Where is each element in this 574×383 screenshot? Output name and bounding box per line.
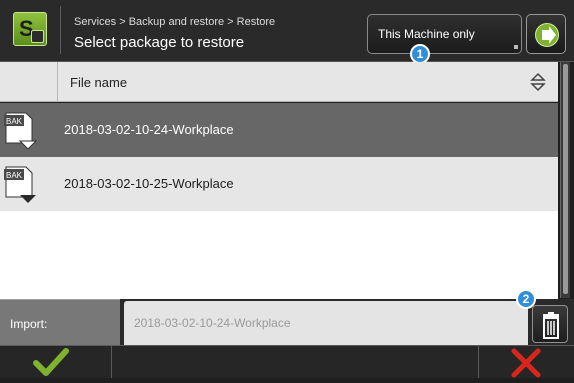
arrow-right-icon: [542, 26, 556, 44]
cancel-button[interactable]: [478, 345, 574, 378]
file-name: 2018-03-02-10-24-Workplace: [64, 122, 234, 137]
source-select-dropdown[interactable]: This Machine only: [367, 14, 522, 54]
trash-icon: [543, 312, 559, 339]
page-title: Select package to restore: [74, 34, 245, 51]
services-icon: S: [13, 12, 47, 46]
callout-badge-1: 1: [410, 44, 430, 64]
svg-text:BAK: BAK: [6, 117, 23, 126]
import-bar: Import: 2018-03-02-10-24-Workplace: [0, 299, 574, 345]
svg-text:BAK: BAK: [6, 171, 23, 180]
breadcrumb: Services > Backup and restore > Restore: [74, 16, 276, 28]
table-header: File name: [0, 62, 558, 102]
header-divider: [60, 6, 61, 54]
source-select-value: This Machine only: [378, 27, 475, 41]
dropdown-corner-icon: [514, 45, 518, 49]
bak-file-icon: BAK: [4, 166, 36, 203]
delete-button[interactable]: [532, 305, 568, 343]
file-list: BAK 2018-03-02-10-24-Workplace BAK 2018-…: [0, 103, 558, 299]
import-field-value: 2018-03-02-10-24-Workplace: [134, 316, 291, 330]
import-field[interactable]: 2018-03-02-10-24-Workplace: [124, 301, 528, 345]
column-header-file-name[interactable]: File name: [70, 75, 127, 90]
confirm-button[interactable]: [0, 345, 112, 378]
bak-file-icon: BAK: [4, 112, 38, 149]
callout-badge-2: 2: [516, 289, 536, 309]
scrollbar-thumb[interactable]: [563, 64, 568, 294]
go-button[interactable]: [526, 14, 566, 54]
sort-up-down-icon[interactable]: [530, 71, 546, 93]
checkmark-icon: [33, 348, 69, 376]
table-row[interactable]: BAK 2018-03-02-10-24-Workplace: [0, 103, 558, 157]
close-x-icon: [511, 348, 541, 378]
file-name: 2018-03-02-10-25-Workplace: [64, 176, 234, 191]
import-label-text: Import:: [10, 317, 48, 331]
import-label: Import:: [0, 299, 120, 345]
select-all-cell[interactable]: [0, 62, 58, 102]
table-row[interactable]: BAK 2018-03-02-10-25-Workplace: [0, 157, 558, 211]
